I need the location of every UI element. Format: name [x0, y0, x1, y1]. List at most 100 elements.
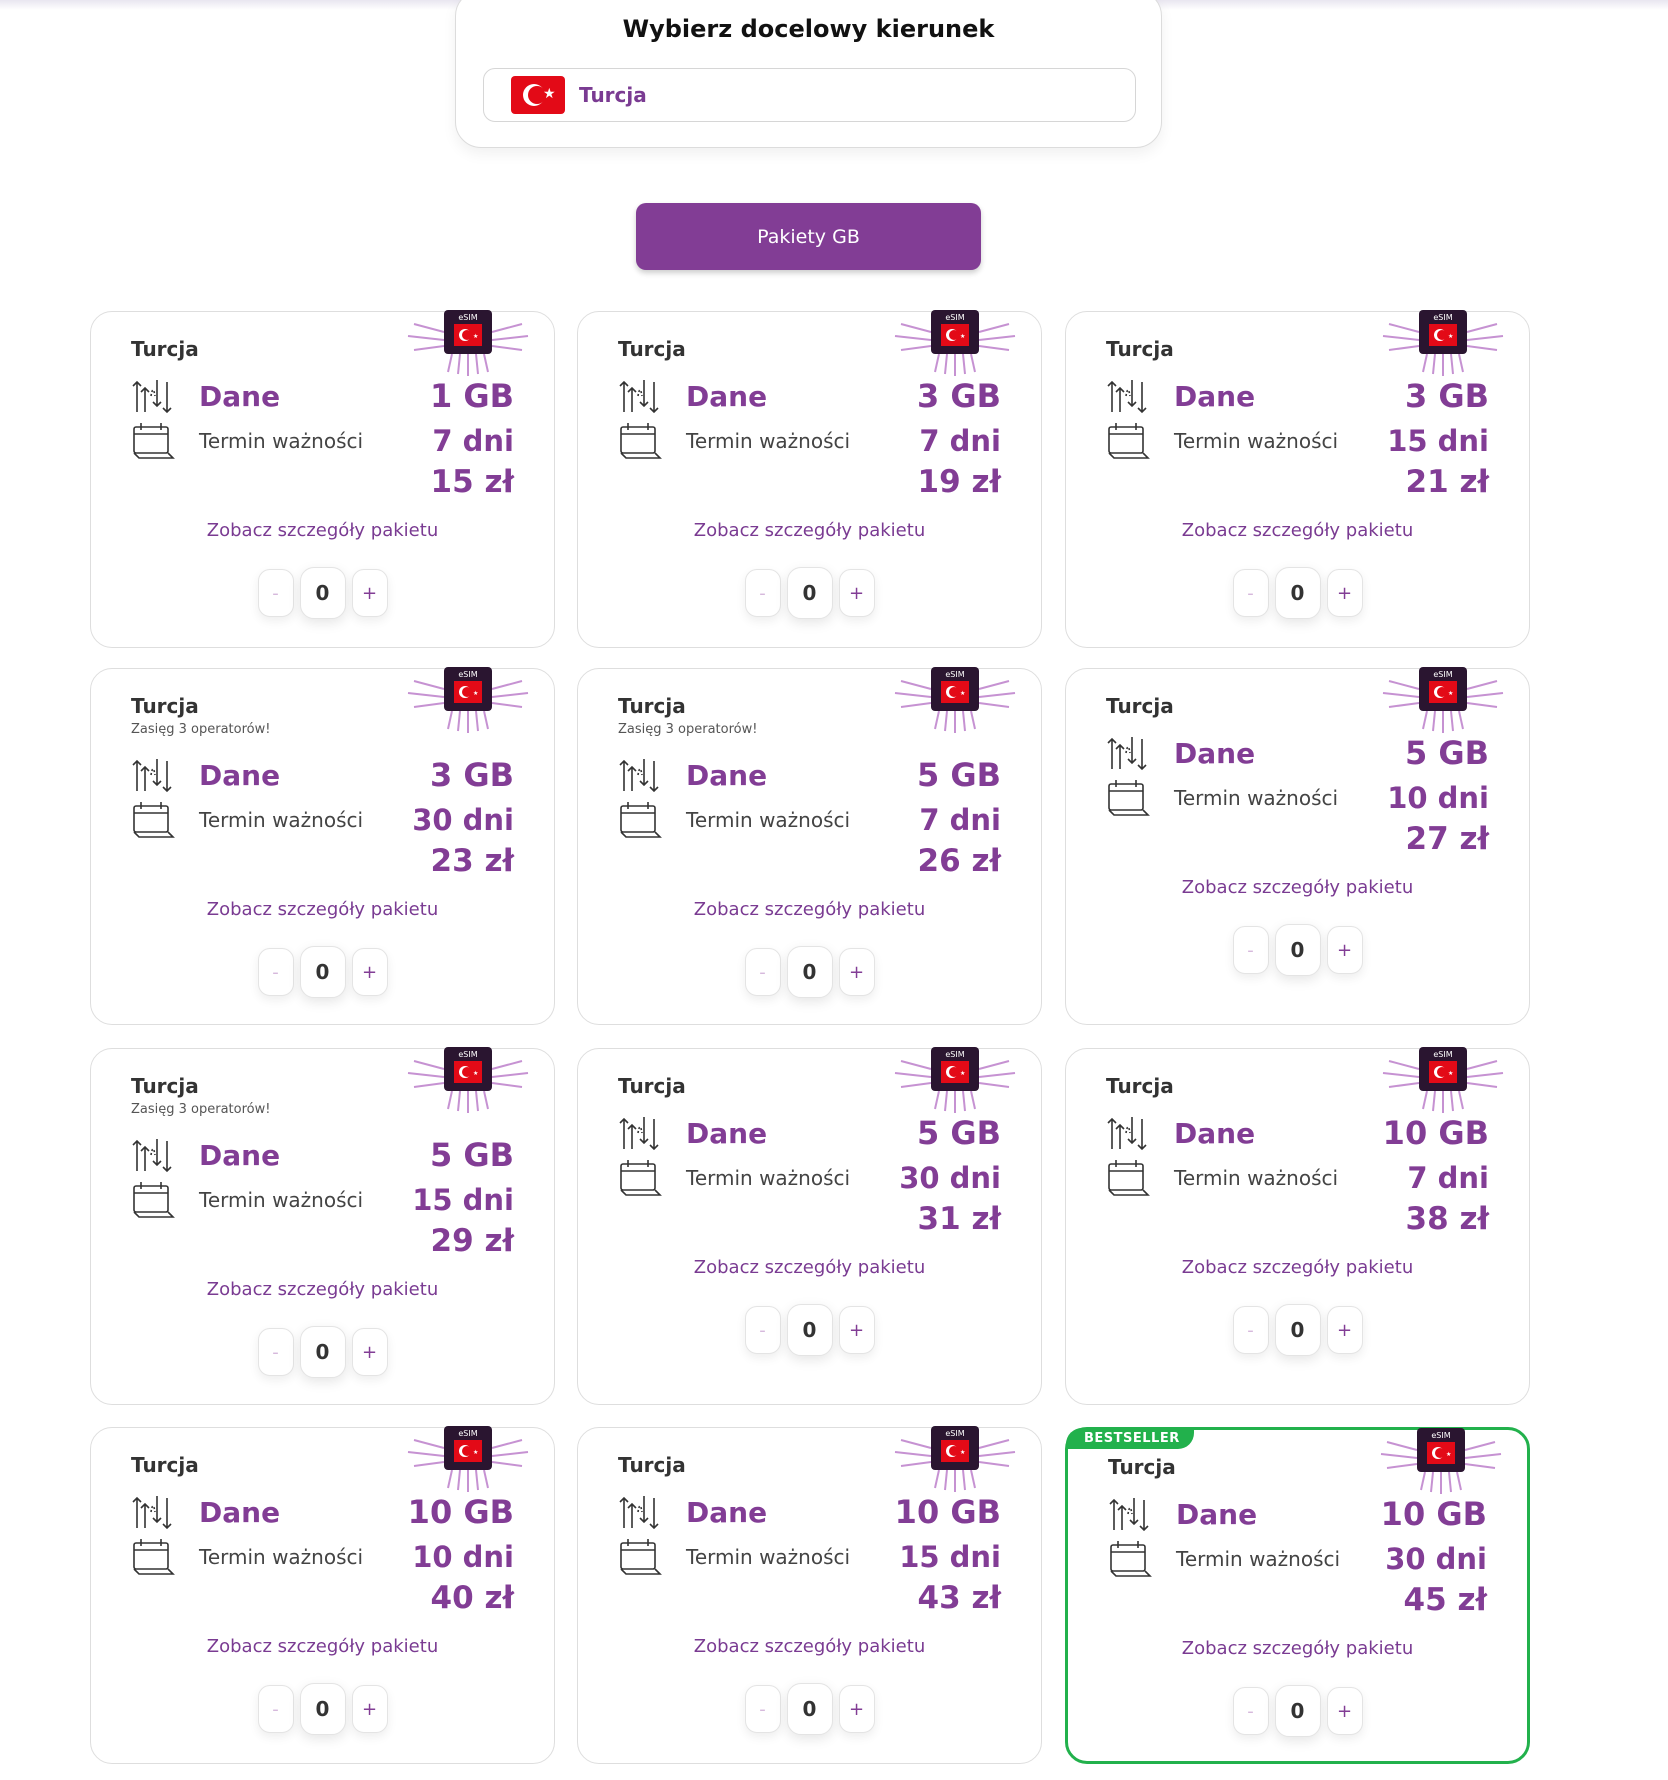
- package-price: 29 zł: [430, 1223, 514, 1259]
- term-label: Termin ważności: [686, 808, 851, 832]
- data-row: Dane 5 GB: [618, 755, 1001, 795]
- decrease-button[interactable]: -: [744, 1306, 781, 1354]
- package-country: Turcja: [1108, 1455, 1176, 1479]
- quantity-value[interactable]: 0: [1274, 1685, 1321, 1737]
- increase-button[interactable]: +: [351, 569, 388, 617]
- term-value: 30 dni: [1385, 1542, 1487, 1576]
- decrease-button[interactable]: -: [257, 569, 294, 617]
- package-details-link[interactable]: Zobacz szczegóły pakietu: [91, 1279, 554, 1300]
- destination-value: Turcja: [579, 83, 647, 107]
- term-row: Termin ważności 7 dni: [131, 421, 514, 461]
- esim-chip-icon: eSIM ★: [404, 310, 532, 376]
- quantity-value[interactable]: 0: [299, 946, 346, 998]
- increase-button[interactable]: +: [838, 1685, 875, 1733]
- package-price: 31 zł: [917, 1201, 1001, 1237]
- package-details-link[interactable]: Zobacz szczegóły pakietu: [578, 1636, 1041, 1657]
- svg-text:eSIM: eSIM: [1433, 670, 1452, 679]
- increase-button[interactable]: +: [1326, 569, 1363, 617]
- term-label: Termin ważności: [686, 1545, 851, 1569]
- data-label: Dane: [199, 1138, 281, 1172]
- data-transfer-icon: [1106, 733, 1150, 773]
- svg-text:★: ★: [960, 333, 965, 340]
- data-transfer-icon: [618, 376, 662, 416]
- package-details-link[interactable]: Zobacz szczegóły pakietu: [91, 1636, 554, 1657]
- data-amount: 10 GB: [1382, 1114, 1489, 1152]
- destination-select[interactable]: ★ Turcja: [483, 68, 1136, 122]
- tab-pakiety-gb[interactable]: Pakiety GB: [636, 203, 981, 270]
- decrease-button[interactable]: -: [1232, 1687, 1269, 1735]
- increase-button[interactable]: +: [1326, 926, 1363, 974]
- package-details-link[interactable]: Zobacz szczegóły pakietu: [91, 520, 554, 541]
- esim-chip-icon: eSIM ★: [891, 667, 1019, 733]
- quantity-value[interactable]: 0: [299, 1683, 346, 1735]
- term-value: 15 dni: [1387, 424, 1489, 458]
- decrease-button[interactable]: -: [1232, 926, 1269, 974]
- decrease-button[interactable]: -: [257, 948, 294, 996]
- package-details-link[interactable]: Zobacz szczegóły pakietu: [1068, 1638, 1527, 1659]
- term-row: Termin ważności 10 dni: [131, 1537, 514, 1577]
- package-details-link[interactable]: Zobacz szczegóły pakietu: [1066, 520, 1529, 541]
- increase-button[interactable]: +: [351, 948, 388, 996]
- term-label: Termin ważności: [686, 429, 851, 453]
- package-country: Turcja: [618, 1453, 686, 1477]
- package-details-link[interactable]: Zobacz szczegóły pakietu: [1066, 1257, 1529, 1278]
- increase-button[interactable]: +: [1326, 1306, 1363, 1354]
- increase-button[interactable]: +: [838, 569, 875, 617]
- package-details-link[interactable]: Zobacz szczegóły pakietu: [91, 899, 554, 920]
- term-label: Termin ważności: [199, 1545, 364, 1569]
- package-card: eSIM ★ Turcja Zasięg 3 operatorów! Dane …: [90, 1047, 555, 1405]
- quantity-stepper: - 0 +: [1068, 1685, 1527, 1737]
- calendar-icon: [1108, 1539, 1152, 1579]
- term-row: Termin ważności 7 dni: [618, 800, 1001, 840]
- increase-button[interactable]: +: [838, 1306, 875, 1354]
- packages-grid: eSIM ★ Turcja Dane 1 GB Termin ważności …: [90, 310, 1530, 1771]
- svg-text:eSIM: eSIM: [1433, 1050, 1452, 1059]
- quantity-value[interactable]: 0: [1274, 924, 1321, 976]
- term-label: Termin ważności: [1174, 429, 1339, 453]
- package-price: 38 zł: [1405, 1201, 1489, 1237]
- package-details-link[interactable]: Zobacz szczegóły pakietu: [1066, 877, 1529, 898]
- svg-text:eSIM: eSIM: [458, 313, 477, 322]
- quantity-value[interactable]: 0: [1274, 567, 1321, 619]
- data-amount: 3 GB: [916, 377, 1001, 415]
- decrease-button[interactable]: -: [257, 1328, 294, 1376]
- esim-chip-icon: eSIM ★: [891, 1426, 1019, 1492]
- data-row: Dane 1 GB: [131, 376, 514, 416]
- decrease-button[interactable]: -: [744, 1685, 781, 1733]
- quantity-value[interactable]: 0: [786, 567, 833, 619]
- quantity-value[interactable]: 0: [299, 567, 346, 619]
- decrease-button[interactable]: -: [1232, 1306, 1269, 1354]
- data-amount: 5 GB: [916, 1114, 1001, 1152]
- bestseller-badge: BESTSELLER: [1066, 1428, 1194, 1449]
- package-card: BESTSELLER eSIM ★ Turcja Dane 10 GB Term…: [1065, 1427, 1530, 1764]
- data-label: Dane: [1174, 379, 1256, 413]
- increase-button[interactable]: +: [351, 1685, 388, 1733]
- quantity-value[interactable]: 0: [786, 946, 833, 998]
- quantity-value[interactable]: 0: [786, 1683, 833, 1735]
- package-card: eSIM ★ Turcja Zasięg 3 operatorów! Dane …: [577, 667, 1042, 1025]
- term-row: Termin ważności 15 dni: [131, 1180, 514, 1220]
- svg-text:eSIM: eSIM: [1431, 1431, 1450, 1440]
- increase-button[interactable]: +: [838, 948, 875, 996]
- quantity-value[interactable]: 0: [299, 1326, 346, 1378]
- package-details-link[interactable]: Zobacz szczegóły pakietu: [578, 899, 1041, 920]
- increase-button[interactable]: +: [351, 1328, 388, 1376]
- data-row: Dane 10 GB: [131, 1492, 514, 1532]
- quantity-value[interactable]: 0: [786, 1304, 833, 1356]
- data-amount: 1 GB: [429, 377, 514, 415]
- data-amount: 5 GB: [916, 756, 1001, 794]
- package-price: 23 zł: [430, 843, 514, 879]
- decrease-button[interactable]: -: [744, 948, 781, 996]
- calendar-icon: [1106, 778, 1150, 818]
- term-row: Termin ważności 30 dni: [1108, 1539, 1487, 1579]
- decrease-button[interactable]: -: [257, 1685, 294, 1733]
- increase-button[interactable]: +: [1326, 1687, 1363, 1735]
- decrease-button[interactable]: -: [744, 569, 781, 617]
- svg-text:eSIM: eSIM: [1433, 313, 1452, 322]
- package-details-link[interactable]: Zobacz szczegóły pakietu: [578, 520, 1041, 541]
- quantity-value[interactable]: 0: [1274, 1304, 1321, 1356]
- decrease-button[interactable]: -: [1232, 569, 1269, 617]
- data-transfer-icon: [1106, 1113, 1150, 1153]
- term-value: 7 dni: [919, 424, 1001, 458]
- package-details-link[interactable]: Zobacz szczegóły pakietu: [578, 1257, 1041, 1278]
